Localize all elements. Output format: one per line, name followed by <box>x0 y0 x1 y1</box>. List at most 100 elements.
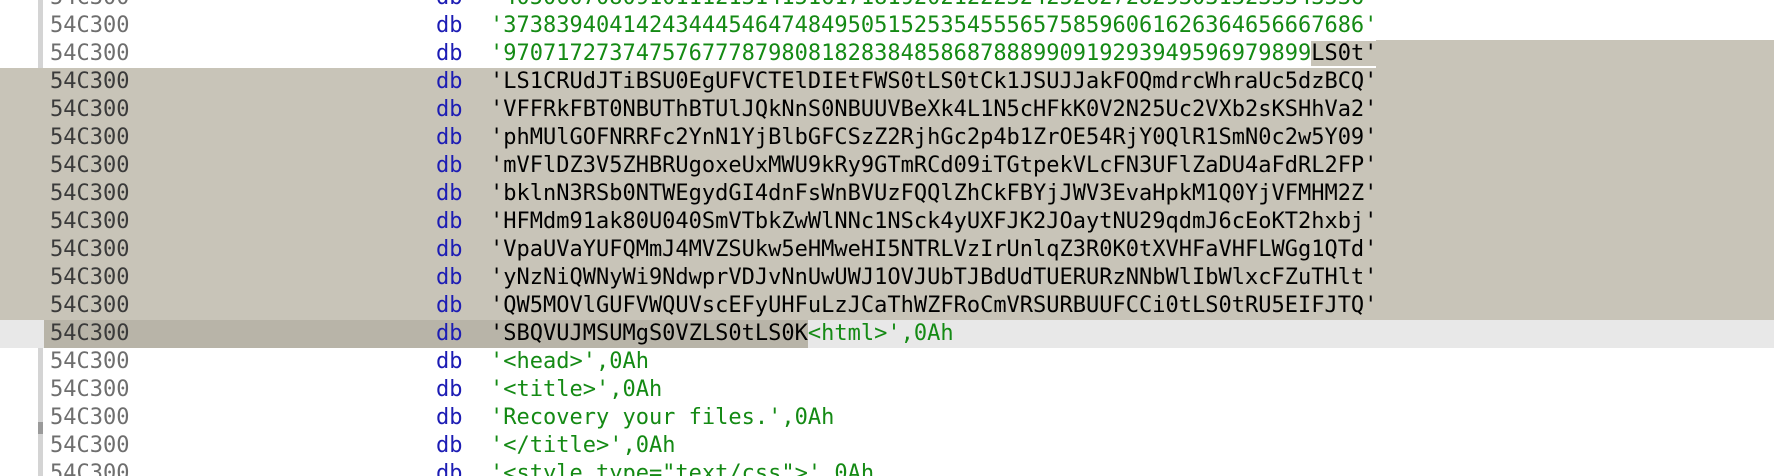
operand-text: '<style type="text/css">' <box>490 461 822 476</box>
mnemonic: db <box>436 293 463 318</box>
listing-line[interactable]: 54C300 db 'VFFRkFBT0NBUThBTUlJQkNnS0NBUUVB… <box>0 96 1774 124</box>
mnemonic: db <box>436 265 463 290</box>
address: 54C300 <box>50 349 130 374</box>
listing-lines: 54C300 db '4050607080910111213141516171819… <box>0 0 1774 476</box>
operand: '<head>',0Ah <box>490 348 649 376</box>
operand-text: 'VpaUVaYUFQMmJ4MVZSUkw5eHMweHI5NTRLVzIrU… <box>490 237 1378 262</box>
mnemonic: db <box>436 0 463 12</box>
mnemonic: db <box>436 69 463 94</box>
operand-text: 'QW5MOVlGUFVWQUVscEFyUHFuLzJCaThWZFRoCmV… <box>490 293 1378 318</box>
address: 54C300 <box>50 181 130 206</box>
listing-line[interactable]: 54C300 db 'VpaUVaYUFQMmJ4MVZSUkw5eHMweHI5N… <box>0 236 1774 264</box>
address: 54C300 <box>50 97 130 122</box>
operand: 'LS1CRUdJTiBSU0EgUFVCTElDIEtFWS0tLS0tCk1… <box>490 68 1377 96</box>
operand-suffix: ,0Ah <box>900 321 954 346</box>
selection-extension <box>1376 40 1774 68</box>
operand-text: 'mVFlDZ3V5ZHBRUgoxeUxMWU9kRy9GTmRCd09iTG… <box>490 153 1378 178</box>
listing-line[interactable]: 54C300 db '<style type="text/css">',0Ah <box>0 460 1774 476</box>
operand: '<title>',0Ah <box>490 376 662 404</box>
operand: 'QW5MOVlGUFVWQUVscEFyUHFuLzJCaThWZFRoCmV… <box>490 292 1377 320</box>
address: 54C300 <box>50 69 130 94</box>
operand-suffix: ,0Ah <box>609 377 663 402</box>
operand-text: 'yNzNiQWNyWi9NdwprVDJvNnUwUWJ1OVJUbTJBdU… <box>490 265 1378 290</box>
operand-text: 'phMUlGOFNRRFc2YnN1YjBlbGFCSzZ2RjhGc2p4b… <box>490 125 1378 150</box>
address: 54C300 <box>50 41 130 66</box>
mnemonic: db <box>436 321 463 346</box>
operand-text: '373839404142434445464748495051525354555… <box>490 13 1378 38</box>
operand-text: <html>' <box>807 321 901 346</box>
address: 54C300 <box>50 125 130 150</box>
listing-line[interactable]: 54C300 db '<head>',0Ah <box>0 348 1774 376</box>
listing-line[interactable]: 54C300 db 'QW5MOVlGUFVWQUVscEFyUHFuLzJCaTh… <box>0 292 1774 320</box>
operand: '<style type="text/css">',0Ah <box>490 460 874 476</box>
mnemonic: db <box>436 377 463 402</box>
address: 54C300 <box>50 237 130 262</box>
operand-suffix: ,0Ah <box>781 405 835 430</box>
mnemonic: db <box>436 125 463 150</box>
address: 54C300 <box>50 321 130 346</box>
operand-text: 'VFFRkFBT0NBUThBTUlJQkNnS0NBUUVBeXk4L1N5… <box>490 97 1378 122</box>
address: 54C300 <box>50 433 130 458</box>
operand-text: '<title>' <box>490 377 610 402</box>
listing-line[interactable]: 54C300 db 'mVFlDZ3V5ZHBRUgoxeUxMWU9kRy9GTm… <box>0 152 1774 180</box>
address: 54C300 <box>50 209 130 234</box>
mnemonic: db <box>436 237 463 262</box>
listing-line[interactable]: 54C300 db '4050607080910111213141516171819… <box>0 0 1774 12</box>
operand-text: 'bklnN3RSb0NTWEgydGI4dnFsWnBVUzFQQlZhCkF… <box>490 181 1378 206</box>
listing-line[interactable]: 54C300 db 'SBQVUJMSUMgS0VZLS0tLS0K<html>',… <box>0 320 1774 348</box>
mnemonic: db <box>436 97 463 122</box>
listing-line[interactable]: 54C300 db 'HFMdm91ak80U040SmVTbkZwWlNNc1NS… <box>0 208 1774 236</box>
listing-line[interactable]: 54C300 db '<title>',0Ah <box>0 376 1774 404</box>
operand: 'HFMdm91ak80U040SmVTbkZwWlNNc1NSck4yUXFJ… <box>490 208 1377 236</box>
mnemonic: db <box>436 13 463 38</box>
mnemonic: db <box>436 153 463 178</box>
operand: 'Recovery your files.',0Ah <box>490 404 834 432</box>
address: 54C300 <box>50 13 130 38</box>
mnemonic: db <box>436 433 463 458</box>
operand: 'yNzNiQWNyWi9NdwprVDJvNnUwUWJ1OVJUbTJBdU… <box>490 264 1377 292</box>
operand: 'VFFRkFBT0NBUThBTUlJQkNnS0NBUUVBeXk4L1N5… <box>490 96 1377 124</box>
listing-line[interactable]: 54C300 db 'yNzNiQWNyWi9NdwprVDJvNnUwUWJ1OV… <box>0 264 1774 292</box>
operand-text: '<head>' <box>490 349 596 374</box>
operand-suffix: ,0Ah <box>821 461 875 476</box>
listing-line[interactable]: 54C300 db '</title>',0Ah <box>0 432 1774 460</box>
mnemonic: db <box>436 181 463 206</box>
operand-selected-text: 'SBQVUJMSUMgS0VZLS0tLS0K <box>490 321 808 346</box>
operand-suffix: ,0Ah <box>622 433 676 458</box>
listing-line[interactable]: 54C300 db 'bklnN3RSb0NTWEgydGI4dnFsWnBVUzF… <box>0 180 1774 208</box>
operand-text: 'Recovery your files.' <box>490 405 782 430</box>
listing-line[interactable]: 54C300 db 'LS1CRUdJTiBSU0EgUFVCTElDIEtFWS0… <box>0 68 1774 96</box>
operand: 'SBQVUJMSUMgS0VZLS0tLS0K<html>',0Ah <box>490 320 954 348</box>
operand: '</title>',0Ah <box>490 432 675 460</box>
listing-line[interactable]: 54C300 db '3738394041424344454647484950515… <box>0 12 1774 40</box>
mnemonic: db <box>436 461 463 476</box>
mnemonic: db <box>436 349 463 374</box>
operand: 'bklnN3RSb0NTWEgydGI4dnFsWnBVUzFQQlZhCkF… <box>490 180 1377 208</box>
operand-text: '405060708091011121314151617181920212223… <box>490 0 1377 10</box>
address: 54C300 <box>50 153 130 178</box>
operand-selected-text: LS0t' <box>1311 41 1378 66</box>
operand: '970717273747576777879808182838485868788… <box>490 40 1378 68</box>
mnemonic: db <box>436 405 463 430</box>
listing-line[interactable]: 54C300 db 'phMUlGOFNRRFc2YnN1YjBlbGFCSzZ2R… <box>0 124 1774 152</box>
address: 54C300 <box>50 405 130 430</box>
operand: '405060708091011121314151617181920212223… <box>490 0 1377 12</box>
operand: 'VpaUVaYUFQMmJ4MVZSUkw5eHMweHI5NTRLVzIrU… <box>490 236 1377 264</box>
address: 54C300 <box>50 265 130 290</box>
operand-text: '</title>' <box>490 433 623 458</box>
operand-text: 'HFMdm91ak80U040SmVTbkZwWlNNc1NSck4yUXFJ… <box>490 209 1378 234</box>
operand-suffix: ,0Ah <box>595 349 649 374</box>
operand: '373839404142434445464748495051525354555… <box>490 12 1377 40</box>
operand: 'phMUlGOFNRRFc2YnN1YjBlbGFCSzZ2RjhGc2p4b… <box>490 124 1377 152</box>
mnemonic: db <box>436 209 463 234</box>
listing-line[interactable]: 54C300 db '9707172737475767778798081828384… <box>0 40 1774 68</box>
address: 54C300 <box>50 0 129 12</box>
address: 54C300 <box>50 377 130 402</box>
address: 54C300 <box>50 461 130 476</box>
operand-text: '970717273747576777879808182838485868788… <box>490 41 1312 66</box>
disassembly-view[interactable]: 54C300 db '4050607080910111213141516171819… <box>0 0 1774 476</box>
listing-line[interactable]: 54C300 db 'Recovery your files.',0Ah <box>0 404 1774 432</box>
operand-text: 'LS1CRUdJTiBSU0EgUFVCTElDIEtFWS0tLS0tCk1… <box>490 69 1378 94</box>
operand: 'mVFlDZ3V5ZHBRUgoxeUxMWU9kRy9GTmRCd09iTG… <box>490 152 1377 180</box>
mnemonic: db <box>436 41 463 66</box>
